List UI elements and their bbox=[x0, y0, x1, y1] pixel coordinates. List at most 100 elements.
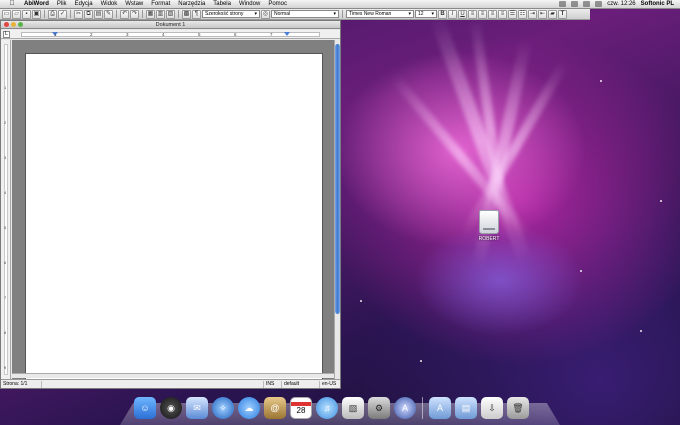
abiword-icon[interactable]: A bbox=[394, 397, 416, 419]
save-as-icon[interactable]: ▣ bbox=[32, 9, 41, 19]
menu-tools[interactable]: Narzędzia bbox=[174, 0, 209, 9]
toolbar-separator bbox=[142, 10, 143, 18]
window-title: Dokument 1 bbox=[155, 22, 186, 28]
chevron-down-icon: ▾ bbox=[333, 11, 336, 17]
window-titlebar[interactable]: Dokument 1 bbox=[1, 21, 340, 29]
abiword-document-window: Dokument 1 L 1 2 3 4 5 6 7 1 2 3 4 5 6 7… bbox=[0, 20, 341, 389]
image-icon[interactable]: ▨ bbox=[166, 9, 175, 19]
menu-help[interactable]: Pomoc bbox=[264, 0, 291, 9]
applications-folder-icon[interactable]: A bbox=[429, 397, 451, 419]
save-icon[interactable]: ▪ bbox=[22, 9, 31, 19]
toolbar-separator bbox=[178, 10, 179, 18]
ruler-number: 6 bbox=[4, 260, 7, 265]
apple-menu-icon[interactable]:  bbox=[8, 0, 16, 8]
columns-icon[interactable]: ▥ bbox=[156, 9, 165, 19]
undo-icon[interactable]: ↶ bbox=[120, 9, 129, 19]
print-icon[interactable]: ⎙ bbox=[48, 9, 57, 19]
iphoto-icon[interactable]: ▧ bbox=[342, 397, 364, 419]
toolbar-separator bbox=[70, 10, 71, 18]
tab-stop-selector[interactable]: L bbox=[3, 31, 10, 38]
safari-icon[interactable]: ✧ bbox=[212, 397, 234, 419]
vertical-ruler[interactable]: 1 2 3 4 5 6 7 8 9 bbox=[1, 40, 11, 379]
finder-icon[interactable]: ☺ bbox=[134, 397, 156, 419]
insert-picture-icon[interactable]: ▩ bbox=[182, 9, 191, 19]
wifi-icon[interactable] bbox=[571, 1, 579, 7]
star bbox=[660, 200, 662, 202]
document-area bbox=[12, 40, 334, 383]
bold-icon[interactable]: B bbox=[438, 9, 447, 19]
font-select[interactable]: Times New Roman ▾ bbox=[346, 10, 414, 18]
system-preferences-icon[interactable]: ⚙ bbox=[368, 397, 390, 419]
format-painter-icon[interactable]: ✎ bbox=[104, 9, 113, 19]
ruler-number: 7 bbox=[270, 32, 273, 37]
zoom-icon[interactable]: ◎ bbox=[261, 9, 270, 19]
open-icon[interactable]: ▱ bbox=[12, 9, 21, 19]
bullets-icon[interactable]: ☰ bbox=[508, 9, 517, 19]
toolbar-separator bbox=[116, 10, 117, 18]
menu-insert[interactable]: Wstaw bbox=[121, 0, 147, 9]
style-select[interactable]: Normal ▾ bbox=[271, 10, 339, 18]
ical-icon[interactable]: 28 bbox=[290, 397, 312, 419]
battery-icon[interactable] bbox=[595, 1, 603, 7]
dock: ☺ ◉ ✉ ✧ ☁ @ 28 ♫ ▧ ⚙ A A ▤ ⇩ 🗑 bbox=[134, 389, 552, 419]
justify-icon[interactable]: ≡ bbox=[498, 9, 507, 19]
trash-icon[interactable]: 🗑 bbox=[507, 397, 529, 419]
menubar-clock[interactable]: czw. 12:26 bbox=[607, 1, 635, 7]
status-style: default bbox=[281, 381, 319, 388]
bluetooth-icon[interactable] bbox=[559, 1, 567, 7]
menu-table[interactable]: Tabela bbox=[209, 0, 235, 9]
paste-icon[interactable]: ▤ bbox=[94, 9, 103, 19]
dashboard-icon[interactable]: ◉ bbox=[160, 397, 182, 419]
menubar-user[interactable]: Softonic PL bbox=[641, 1, 674, 7]
menu-window[interactable]: Window bbox=[235, 0, 264, 9]
table-icon[interactable]: ▦ bbox=[146, 9, 155, 19]
hard-drive-icon[interactable] bbox=[479, 210, 499, 234]
ruler-number: 3 bbox=[126, 32, 129, 37]
documents-folder-icon[interactable]: ▤ bbox=[455, 397, 477, 419]
hyperlink-icon[interactable]: ¶ bbox=[192, 9, 201, 19]
horizontal-ruler[interactable]: L 1 2 3 4 5 6 7 bbox=[1, 30, 340, 39]
cut-icon[interactable]: ✂ bbox=[74, 9, 83, 19]
menu-file[interactable]: Plik bbox=[53, 0, 71, 9]
status-language: en-US bbox=[319, 381, 340, 388]
align-center-icon[interactable]: ≡ bbox=[478, 9, 487, 19]
desktop-drive[interactable]: ROBERT bbox=[474, 210, 504, 242]
font-size-select[interactable]: 12 ▾ bbox=[415, 10, 437, 18]
dock-separator bbox=[422, 397, 423, 419]
mail-icon[interactable]: ✉ bbox=[186, 397, 208, 419]
document-page[interactable] bbox=[25, 53, 323, 383]
font-size-value: 12 bbox=[418, 11, 424, 17]
menu-app-name[interactable]: AbiWord bbox=[20, 0, 53, 9]
horizontal-scrollbar[interactable] bbox=[12, 373, 334, 378]
calendar-day: 28 bbox=[296, 405, 306, 415]
italic-icon[interactable]: I bbox=[448, 9, 457, 19]
text-color-icon[interactable]: T bbox=[558, 9, 567, 19]
font-select-value: Times New Roman bbox=[349, 11, 392, 17]
ruler-number: 2 bbox=[90, 32, 93, 37]
downloads-stack-icon[interactable]: ⇩ bbox=[481, 397, 503, 419]
align-right-icon[interactable]: ≡ bbox=[488, 9, 497, 19]
redo-icon[interactable]: ↷ bbox=[130, 9, 139, 19]
vertical-scrollbar[interactable] bbox=[334, 40, 340, 379]
menu-view[interactable]: Widok bbox=[97, 0, 122, 9]
spellcheck-icon[interactable]: ✓ bbox=[58, 9, 67, 19]
ruler-number: 3 bbox=[4, 155, 7, 160]
underline-icon[interactable]: U bbox=[458, 9, 467, 19]
formatting-toolbar: ▭ ▱ ▪ ▣ ⎙ ✓ ✂ ⧉ ▤ ✎ ↶ ↷ ▦ ▥ ▨ ▩ ¶ Szerok… bbox=[0, 9, 590, 20]
menu-format[interactable]: Format bbox=[147, 0, 174, 9]
outdent-icon[interactable]: ⇤ bbox=[538, 9, 547, 19]
copy-icon[interactable]: ⧉ bbox=[84, 9, 93, 19]
right-indent-marker[interactable] bbox=[284, 32, 290, 36]
ichat-icon[interactable]: ☁ bbox=[238, 397, 260, 419]
align-left-icon[interactable]: ≡ bbox=[468, 9, 477, 19]
highlight-icon[interactable]: ▰ bbox=[548, 9, 557, 19]
scrollbar-thumb[interactable] bbox=[335, 44, 340, 314]
menu-edit[interactable]: Edycja bbox=[71, 0, 97, 9]
itunes-icon[interactable]: ♫ bbox=[316, 397, 338, 419]
zoom-select[interactable]: Szerokość strony ▾ bbox=[202, 10, 260, 18]
new-document-icon[interactable]: ▭ bbox=[2, 9, 11, 19]
volume-icon[interactable] bbox=[583, 1, 591, 7]
numbering-icon[interactable]: ☷ bbox=[518, 9, 527, 19]
address-book-icon[interactable]: @ bbox=[264, 397, 286, 419]
indent-icon[interactable]: ⇥ bbox=[528, 9, 537, 19]
